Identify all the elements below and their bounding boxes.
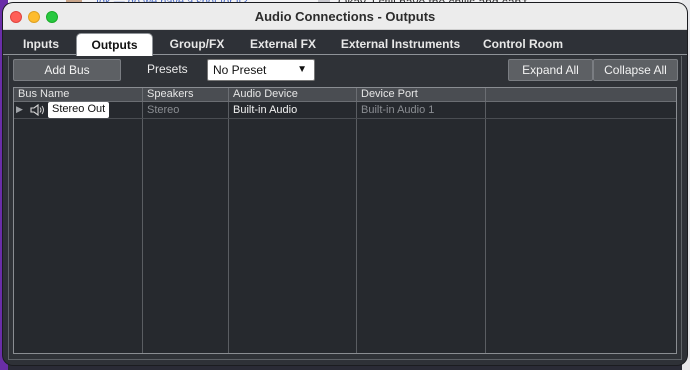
audio-device-cell[interactable]: Built-in Audio — [229, 102, 297, 118]
add-bus-button[interactable]: Add Bus — [13, 59, 121, 81]
tab-inputs[interactable]: Inputs — [15, 34, 67, 55]
expand-all-button[interactable]: Expand All — [508, 59, 593, 81]
table-row[interactable]: ▶ Stereo Out Stereo Built-in Audio Built… — [14, 102, 676, 119]
title-bar[interactable]: Audio Connections - Outputs — [3, 3, 687, 30]
column-header-audio-device[interactable]: Audio Device — [229, 88, 357, 102]
presets-label: Presets — [147, 62, 188, 76]
tab-bar: Inputs Outputs Group/FX External FX Exte… — [3, 30, 687, 56]
collapse-all-button[interactable]: Collapse All — [593, 59, 678, 81]
column-header-speakers[interactable]: Speakers — [143, 88, 229, 102]
column-header-device-port[interactable]: Device Port — [357, 88, 486, 102]
tab-outputs[interactable]: Outputs — [76, 33, 153, 56]
presets-dropdown[interactable]: No Preset ▼ — [207, 59, 315, 81]
tab-control-room[interactable]: Control Room — [477, 34, 569, 55]
column-divider — [485, 102, 486, 353]
tab-external-instruments[interactable]: External Instruments — [333, 34, 468, 55]
tab-group-fx[interactable]: Group/FX — [161, 34, 233, 55]
speaker-icon — [30, 103, 44, 117]
column-header-bus-name[interactable]: Bus Name — [14, 88, 143, 102]
column-divider — [356, 102, 357, 353]
bus-name-cell[interactable]: Stereo Out — [48, 102, 110, 118]
column-divider — [142, 102, 143, 353]
dropdown-arrow-icon: ▼ — [297, 64, 307, 75]
presets-dropdown-value: No Preset — [213, 63, 267, 77]
table-header: Bus Name Speakers Audio Device Device Po… — [14, 88, 676, 102]
column-divider — [228, 102, 229, 353]
tab-external-fx[interactable]: External FX — [243, 34, 323, 55]
expand-triangle-icon[interactable]: ▶ — [16, 104, 23, 115]
outputs-panel: Add Bus Presets No Preset ▼ Expand All C… — [8, 56, 682, 360]
bus-table: Bus Name Speakers Audio Device Device Po… — [13, 87, 677, 354]
window-title: Audio Connections - Outputs — [254, 9, 436, 24]
audio-connections-window: Audio Connections - Outputs Inputs Outpu… — [3, 3, 687, 365]
speakers-cell[interactable]: Stereo — [143, 102, 179, 118]
device-port-cell[interactable]: Built-in Audio 1 — [357, 102, 434, 118]
